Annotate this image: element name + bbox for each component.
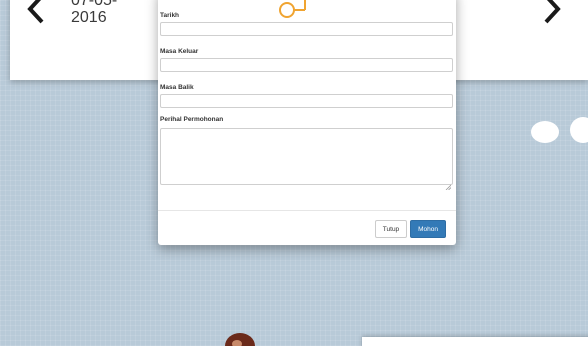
resize-grip-icon[interactable] <box>445 177 452 191</box>
masa-balik-input[interactable] <box>160 94 453 108</box>
close-button[interactable]: Tutup <box>375 220 407 238</box>
cloud-dot <box>531 121 559 143</box>
perihal-permohonan-textarea[interactable] <box>160 128 453 191</box>
chevron-left-icon[interactable] <box>22 0 52 26</box>
bottom-card <box>362 337 588 346</box>
date-display: 07-05- 2016 <box>71 0 117 26</box>
submit-button[interactable]: Mohon <box>410 220 446 238</box>
key-icon <box>276 0 332 20</box>
modal-footer-divider <box>158 210 456 211</box>
masa-keluar-input[interactable] <box>160 58 453 72</box>
date-line-1: 07-05- <box>71 0 118 9</box>
perihal-permohonan-label: Perihal Permohonan <box>160 116 224 123</box>
date-line-2: 2016 <box>71 9 107 26</box>
character-ear <box>232 340 242 346</box>
tarikh-label: Tarikh <box>160 12 180 19</box>
chevron-right-icon[interactable] <box>536 0 566 26</box>
request-modal: Tarikh Masa Keluar Masa Balik Perihal Pe… <box>158 0 456 245</box>
masa-keluar-label: Masa Keluar <box>160 48 199 55</box>
cloud-dot <box>570 117 588 143</box>
tarikh-input[interactable] <box>160 22 453 36</box>
masa-balik-label: Masa Balik <box>160 84 194 91</box>
